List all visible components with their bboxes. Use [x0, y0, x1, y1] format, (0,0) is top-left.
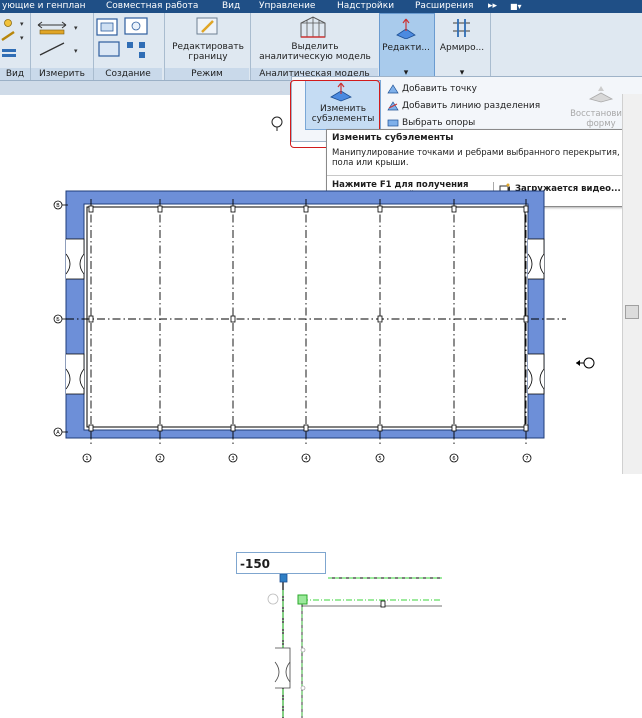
- grid-col-label: 7: [525, 456, 528, 462]
- grid-row-label: B: [56, 203, 60, 209]
- section-marker-icon: [576, 357, 595, 369]
- scrollbar-thumb[interactable]: [625, 305, 639, 319]
- grid-col-label: 5: [378, 456, 381, 462]
- panel-separator: [490, 13, 491, 80]
- section-tag-icon: [271, 116, 283, 131]
- detail-view-canvas[interactable]: [240, 570, 442, 718]
- svg-text:▾: ▾: [20, 20, 24, 28]
- edit-boundary-button[interactable]: Редактировать границу: [168, 42, 248, 62]
- add-point-button[interactable]: Добавить точку: [402, 84, 477, 94]
- measure-icon[interactable]: ▾ ▾: [34, 17, 90, 65]
- edit-subelements-icon: [396, 18, 416, 39]
- vertical-scrollbar[interactable]: [622, 94, 642, 474]
- svg-text:▾: ▾: [74, 47, 78, 55]
- camera-icon[interactable]: ■▾: [510, 0, 522, 13]
- menu-overflow-icon[interactable]: ▸▸: [488, 0, 497, 13]
- menu-item-architecture[interactable]: ующие и генплан: [2, 0, 86, 13]
- grid-row-label: A: [56, 430, 60, 436]
- analytical-model-icon[interactable]: [297, 15, 329, 41]
- ribbon: ▾ ▾ Вид ▾ ▾ Измерить Создание Редактиров…: [0, 13, 642, 81]
- select-analytical-button[interactable]: Выделить аналитическую модель: [253, 42, 377, 62]
- floor-plan-canvas[interactable]: 1 2 3 4 5 6 7 B Б A: [0, 94, 622, 484]
- panel-label-view: Вид: [0, 68, 30, 80]
- floor-slab[interactable]: [65, 190, 545, 439]
- grid-col-label: 4: [304, 456, 307, 462]
- add-point-icon: [387, 84, 399, 94]
- grid-bubble-icon: [267, 593, 279, 605]
- grid-row-label: Б: [56, 317, 60, 323]
- menu-bar: ующие и генплан Совместная работа Вид Уп…: [0, 0, 642, 13]
- edit-boundary-icon[interactable]: [195, 16, 221, 38]
- reinforce-short-label[interactable]: Армиро...: [434, 43, 490, 53]
- create-tools-icon[interactable]: [95, 16, 161, 66]
- view-tools-icon[interactable]: ▾ ▾: [0, 16, 30, 66]
- offset-value-input[interactable]: -150: [236, 552, 326, 574]
- grid-col-label: 3: [231, 456, 234, 462]
- reinforcement-icon[interactable]: [450, 17, 474, 39]
- menu-item-extensions[interactable]: Расширения: [415, 0, 473, 13]
- edit-short-label: Редакти...: [382, 43, 430, 53]
- svg-text:▾: ▾: [74, 24, 78, 32]
- menu-item-collaborate[interactable]: Совместная работа: [106, 0, 198, 13]
- grid-col-label: 2: [158, 456, 161, 462]
- panel-label-measure: Измерить: [31, 68, 93, 80]
- grid-col-label: 6: [452, 456, 455, 462]
- svg-text:▾: ▾: [20, 34, 24, 42]
- menu-item-addins[interactable]: Надстройки: [337, 0, 394, 13]
- edit-point-handle[interactable]: [297, 594, 308, 605]
- panel-label-create: Создание: [94, 68, 162, 80]
- menu-item-manage[interactable]: Управление: [259, 0, 315, 13]
- panel-label-mode: Режим: [165, 68, 249, 80]
- grid-col-label: 1: [85, 456, 88, 462]
- grip-handle[interactable]: [279, 573, 288, 583]
- menu-item-view[interactable]: Вид: [222, 0, 240, 13]
